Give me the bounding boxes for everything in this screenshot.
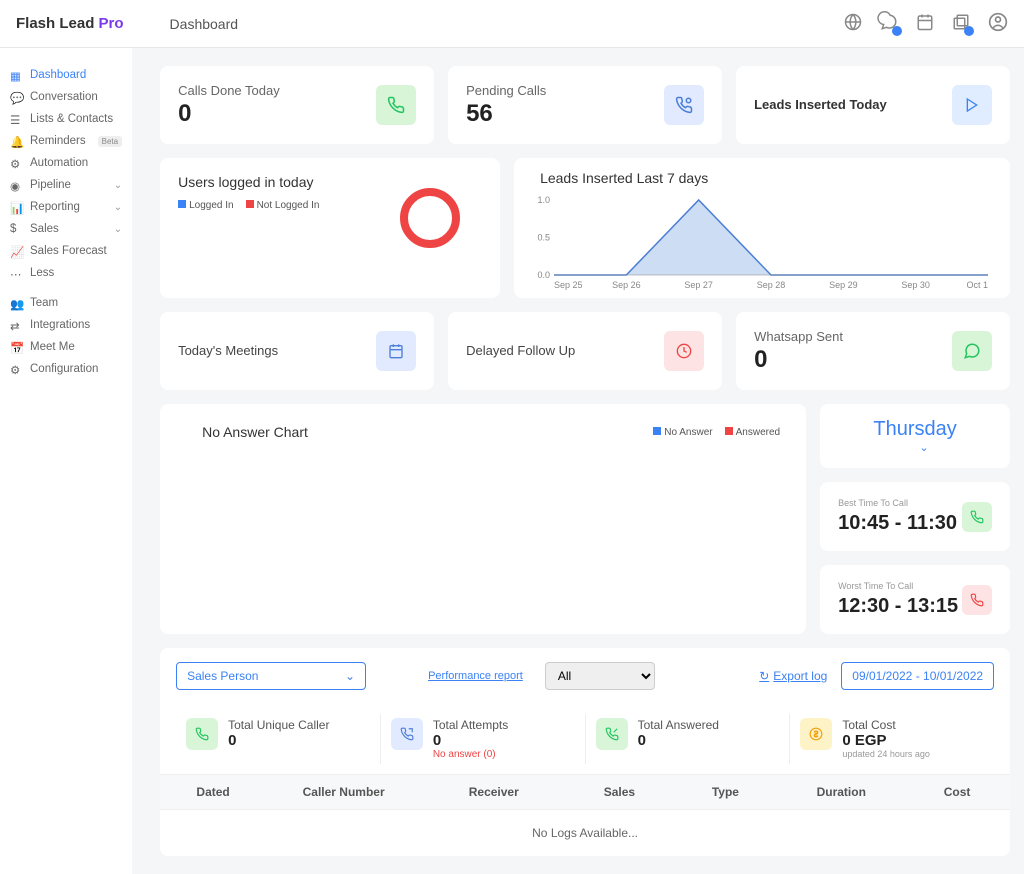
svg-text:Sep 27: Sep 27: [684, 280, 713, 290]
sidebar-item-meetme[interactable]: 📅Meet Me: [0, 336, 132, 358]
chevron-down-icon: ⌄: [345, 669, 355, 683]
chevron-down-icon: ⌄: [114, 202, 122, 213]
chat-icon[interactable]: [880, 13, 898, 34]
chevron-down-icon: ⌄: [852, 441, 996, 454]
team-icon: 👥: [10, 297, 22, 309]
sidebar-item-forecast[interactable]: 📈Sales Forecast: [0, 240, 132, 262]
windows-icon[interactable]: [952, 13, 970, 34]
performance-report-link[interactable]: Performance report: [428, 670, 523, 682]
sidebar-item-team[interactable]: 👥Team: [0, 292, 132, 314]
phone-icon: [376, 85, 416, 125]
leads-inserted-card: Leads Inserted Today: [736, 66, 1010, 144]
pending-calls-card: Pending Calls56: [448, 66, 722, 144]
sidebar: ▦Dashboard 💬Conversation ☰Lists & Contac…: [0, 48, 132, 874]
sidebar-item-integrations[interactable]: ⇄Integrations: [0, 314, 132, 336]
whatsapp-sent-card: Whatsapp Sent0: [736, 312, 1010, 390]
svg-text:Sep 30: Sep 30: [901, 280, 930, 290]
meet-icon: 📅: [10, 341, 22, 353]
sidebar-item-sales[interactable]: $Sales⌄: [0, 218, 132, 240]
bell-icon: 🔔: [10, 135, 22, 147]
page-title: Dashboard: [170, 16, 239, 32]
svg-text:Sep 29: Sep 29: [829, 280, 858, 290]
day-selector[interactable]: Thursday⌄: [820, 404, 1010, 468]
chevron-down-icon: ⌄: [114, 224, 122, 235]
phone-out-icon: [391, 718, 423, 750]
logs-empty-state: No Logs Available...: [160, 810, 1010, 856]
svg-text:0.5: 0.5: [538, 233, 551, 243]
delayed-followup-card: Delayed Follow Up: [448, 312, 722, 390]
donut-chart: [400, 188, 460, 248]
sales-person-select[interactable]: Sales Person⌄: [176, 662, 366, 690]
globe-icon[interactable]: [844, 13, 862, 34]
calls-done-card: Calls Done Today0: [160, 66, 434, 144]
export-log-link[interactable]: ↻Export log: [759, 669, 827, 683]
svg-text:0.0: 0.0: [538, 270, 551, 280]
sidebar-item-dashboard[interactable]: ▦Dashboard: [0, 64, 132, 86]
best-time-card: Best Time To Call10:45 - 11:30: [820, 482, 1010, 551]
logs-card: Sales Person⌄ Performance report All ↻Ex…: [160, 648, 1010, 856]
list-icon: ☰: [10, 113, 22, 125]
calendar-icon: [376, 331, 416, 371]
beta-badge: Beta: [98, 136, 122, 147]
sidebar-item-reminders[interactable]: 🔔RemindersBeta: [0, 130, 132, 152]
worst-time-card: Worst Time To Call12:30 - 13:15: [820, 565, 1010, 634]
phone-clock-icon: [664, 85, 704, 125]
svg-text:Oct 1: Oct 1: [967, 280, 989, 290]
sidebar-item-lists[interactable]: ☰Lists & Contacts: [0, 108, 132, 130]
total-cost: Total Cost0 EGPupdated 24 hours ago: [790, 714, 994, 764]
users-logged-card: Users logged in today Logged In Not Logg…: [160, 158, 500, 298]
calendar-icon[interactable]: [916, 13, 934, 34]
user-icon[interactable]: [988, 12, 1008, 35]
forecast-icon: 📈: [10, 245, 22, 257]
sidebar-item-less[interactable]: ⋯Less: [0, 262, 132, 284]
svg-text:Sep 25: Sep 25: [554, 280, 583, 290]
all-select[interactable]: All: [545, 662, 655, 690]
chevron-down-icon: ⌄: [114, 180, 122, 191]
config-icon: ⚙: [10, 363, 22, 375]
grid-icon: ▦: [10, 69, 22, 81]
chat-icon: 💬: [10, 91, 22, 103]
brand-logo: Flash Lead Pro: [16, 15, 124, 32]
total-answered: Total Answered0: [586, 714, 791, 764]
total-unique-caller: Total Unique Caller0: [176, 714, 381, 764]
phone-icon: [962, 585, 992, 615]
phone-icon: [962, 502, 992, 532]
leads-area-chart: 0.0 0.5 1.0 Sep 25 Sep 26 Sep 27 Sep 28 Sep 29 S…: [532, 196, 992, 291]
phone-in-icon: [596, 718, 628, 750]
leads-chart-card: Leads Inserted Last 7 days 0.00.51.0Sep …: [514, 158, 1010, 298]
todays-meetings-card: Today's Meetings: [160, 312, 434, 390]
sidebar-item-reporting[interactable]: 📊Reporting⌄: [0, 196, 132, 218]
svg-text:Sep 28: Sep 28: [757, 280, 786, 290]
dots-icon: ⋯: [10, 267, 22, 279]
clock-icon: [664, 331, 704, 371]
dollar-icon: $: [10, 223, 22, 235]
sidebar-item-conversation[interactable]: 💬Conversation: [0, 86, 132, 108]
report-icon: 📊: [10, 201, 22, 213]
refresh-icon: ↻: [759, 669, 769, 683]
svg-text:1.0: 1.0: [538, 195, 551, 205]
sidebar-item-config[interactable]: ⚙Configuration: [0, 358, 132, 380]
date-range-input[interactable]: 09/01/2022 - 10/01/2022: [841, 662, 994, 690]
dollar-icon: [800, 718, 832, 750]
svg-text:Sep 26: Sep 26: [612, 280, 641, 290]
logs-table-header: Dated Caller Number Receiver Sales Type …: [160, 774, 1010, 810]
total-attempts: Total Attempts0No answer (0): [381, 714, 586, 764]
play-icon: [952, 85, 992, 125]
sidebar-item-automation[interactable]: ⚙Automation: [0, 152, 132, 174]
no-answer-chart-card: No Answer Chart No Answer Answered: [160, 404, 806, 634]
whatsapp-icon: [952, 331, 992, 371]
auto-icon: ⚙: [10, 157, 22, 169]
integ-icon: ⇄: [10, 319, 22, 331]
phone-icon: [186, 718, 218, 750]
sidebar-item-pipeline[interactable]: ◉Pipeline⌄: [0, 174, 132, 196]
pipe-icon: ◉: [10, 179, 22, 191]
